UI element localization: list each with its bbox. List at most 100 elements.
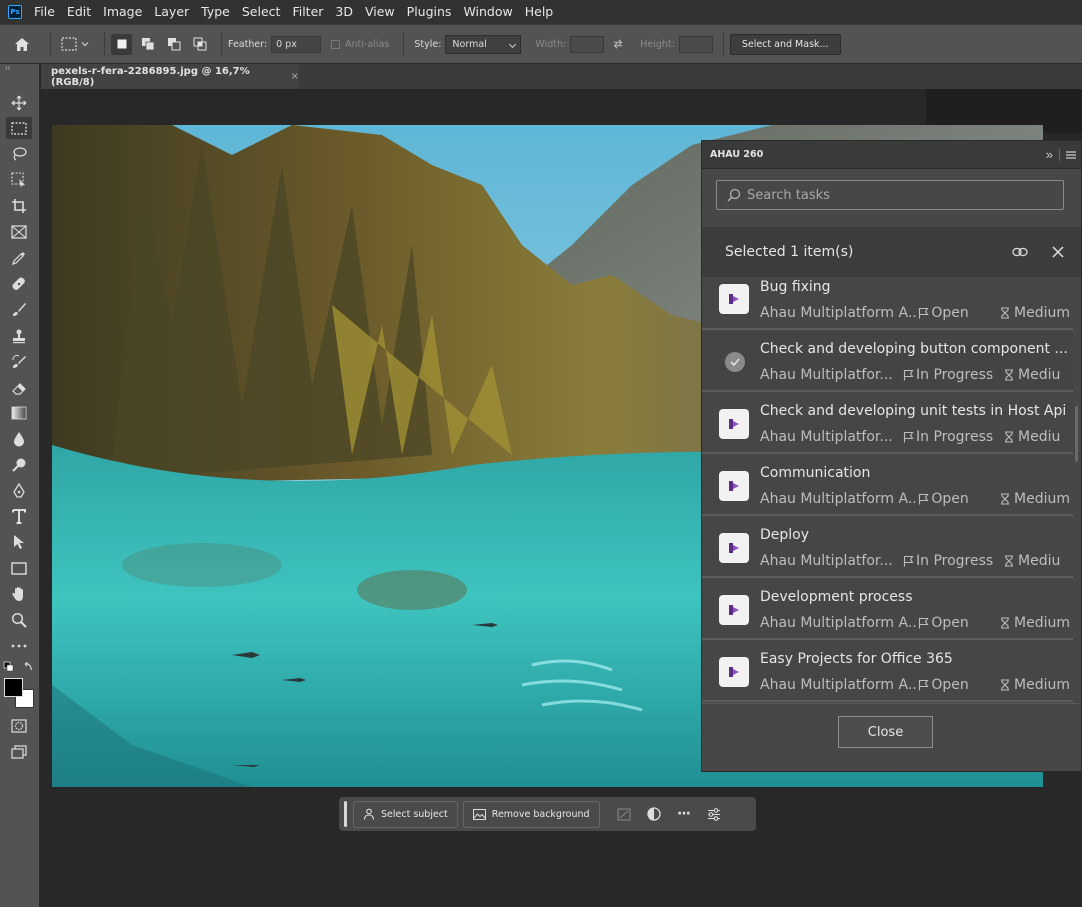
close-tab-icon[interactable]: × <box>291 71 299 82</box>
select-and-mask-button[interactable]: Select and Mask... <box>729 33 841 55</box>
pen-tool[interactable] <box>6 480 32 502</box>
zoom-tool[interactable] <box>6 609 32 631</box>
menu-plugins[interactable]: Plugins <box>401 0 458 24</box>
select-subject-button[interactable]: Select subject <box>353 800 458 828</box>
task-item[interactable]: Check and developing unit tests in Host … <box>702 394 1073 454</box>
selection-header: Selected 1 item(s) <box>702 227 1081 277</box>
antialias-checkbox[interactable] <box>331 39 341 49</box>
new-selection-button[interactable] <box>111 33 132 55</box>
color-swatches[interactable] <box>4 678 34 708</box>
dodge-tool[interactable] <box>6 454 32 476</box>
transform-selection-button[interactable] <box>609 801 639 828</box>
task-item[interactable]: Easy Projects for Office 365 Ahau Multip… <box>702 642 1073 702</box>
separator <box>1059 148 1060 161</box>
gradient-tool[interactable] <box>6 402 32 424</box>
document-tab[interactable]: pexels-r-fera-2286895.jpg @ 16,7% (RGB/8… <box>41 64 299 89</box>
more-options-button[interactable]: ··· <box>669 801 699 828</box>
feather-input[interactable]: 0 px <box>271 35 322 53</box>
rectangle-tool[interactable] <box>6 557 32 579</box>
home-button[interactable] <box>0 37 44 52</box>
menu-file[interactable]: File <box>28 0 61 24</box>
foreground-color-swatch[interactable] <box>4 678 23 697</box>
scrollbar-thumb[interactable] <box>1075 406 1078 462</box>
collapse-panel-icon[interactable]: » <box>1046 147 1053 162</box>
blur-tool[interactable] <box>6 428 32 450</box>
lasso-tool[interactable] <box>6 143 32 165</box>
project-app-icon <box>719 657 749 687</box>
task-item-selected[interactable]: Check and developing button component ..… <box>702 332 1073 392</box>
swap-dimensions-button[interactable] <box>612 38 624 50</box>
menu-view[interactable]: View <box>359 0 401 24</box>
stamp-tool[interactable] <box>6 325 32 347</box>
remove-background-button[interactable]: Remove background <box>462 800 600 828</box>
task-name: Development process <box>760 589 913 605</box>
properties-button[interactable] <box>699 801 729 828</box>
task-meta: Ahau Multiplatform A... Open Medium <box>760 677 1070 693</box>
task-status: Open <box>918 305 992 321</box>
task-meta: Ahau Multiplatfor... In Progress Mediu <box>760 429 1070 445</box>
marquee-tool[interactable] <box>6 117 32 139</box>
task-priority: Mediu <box>1004 553 1060 569</box>
toolbar-collapse-icon[interactable]: ›› <box>0 64 39 73</box>
type-tool[interactable] <box>6 505 32 527</box>
separator <box>722 32 724 56</box>
menu-image[interactable]: Image <box>97 0 148 24</box>
add-selection-button[interactable] <box>137 34 158 55</box>
intersect-selection-button[interactable] <box>189 34 210 55</box>
eyedropper-tool[interactable] <box>6 247 32 269</box>
height-input[interactable] <box>678 35 713 53</box>
task-item[interactable]: Development process Ahau Multiplatform A… <box>702 580 1073 640</box>
close-icon <box>1052 246 1064 258</box>
eraser-tool[interactable] <box>6 377 32 399</box>
menu-help[interactable]: Help <box>519 0 560 24</box>
checkmark-icon[interactable] <box>725 352 745 372</box>
more-tools-button[interactable] <box>6 635 32 657</box>
task-list: Bug fixing Ahau Multiplatform A... Open … <box>702 278 1073 702</box>
task-status-label: In Progress <box>916 553 994 569</box>
brush-tool[interactable] <box>6 299 32 321</box>
width-input[interactable] <box>570 35 605 53</box>
menu-type[interactable]: Type <box>195 0 236 24</box>
antialias-label: Anti-alias <box>345 38 390 50</box>
person-icon <box>363 808 375 820</box>
menu-filter[interactable]: Filter <box>286 0 329 24</box>
hand-tool[interactable] <box>6 583 32 605</box>
task-item[interactable]: Bug fixing Ahau Multiplatform A... Open … <box>702 278 1073 330</box>
bandage-icon <box>12 277 25 290</box>
task-status-label: Open <box>931 305 969 321</box>
crop-tool[interactable] <box>6 195 32 217</box>
marquee-preset-button[interactable] <box>61 37 90 51</box>
healing-brush-tool[interactable] <box>6 273 32 295</box>
screen-mode-button[interactable] <box>6 741 32 763</box>
task-item[interactable]: Deploy Ahau Multiplatfor... In Progress … <box>702 518 1073 578</box>
panel-footer: Close <box>702 703 1081 771</box>
link-button[interactable] <box>1001 227 1039 277</box>
panel-menu-icon[interactable] <box>1066 150 1076 159</box>
style-select[interactable]: Normal <box>445 34 522 54</box>
task-status-label: Open <box>931 677 969 693</box>
task-meta: Ahau Multiplatform A... Open Medium <box>760 491 1070 507</box>
clear-selection-button[interactable] <box>1039 227 1077 277</box>
menu-3d[interactable]: 3D <box>329 0 359 24</box>
subtract-selection-button[interactable] <box>163 34 184 55</box>
frame-tool[interactable] <box>6 221 32 243</box>
drag-handle[interactable] <box>344 801 347 827</box>
search-input[interactable]: Search tasks <box>716 180 1064 210</box>
default-colors-button[interactable] <box>3 661 37 677</box>
menu-edit[interactable]: Edit <box>61 0 97 24</box>
mask-button[interactable] <box>639 801 669 828</box>
hourglass-icon <box>1001 493 1010 505</box>
task-list-scrollbar[interactable] <box>1073 278 1081 702</box>
history-brush-tool[interactable] <box>6 351 32 373</box>
task-item[interactable]: Communication Ahau Multiplatform A... Op… <box>702 456 1073 516</box>
close-button[interactable]: Close <box>838 716 933 748</box>
path-selection-tool[interactable] <box>6 531 32 553</box>
menu-layer[interactable]: Layer <box>148 0 195 24</box>
move-tool[interactable] <box>6 92 32 114</box>
move-icon <box>11 95 27 111</box>
menu-select[interactable]: Select <box>236 0 287 24</box>
menu-window[interactable]: Window <box>457 0 518 24</box>
quick-mask-button[interactable] <box>6 715 32 737</box>
lasso-icon <box>13 147 27 161</box>
object-selection-tool[interactable] <box>6 169 32 191</box>
